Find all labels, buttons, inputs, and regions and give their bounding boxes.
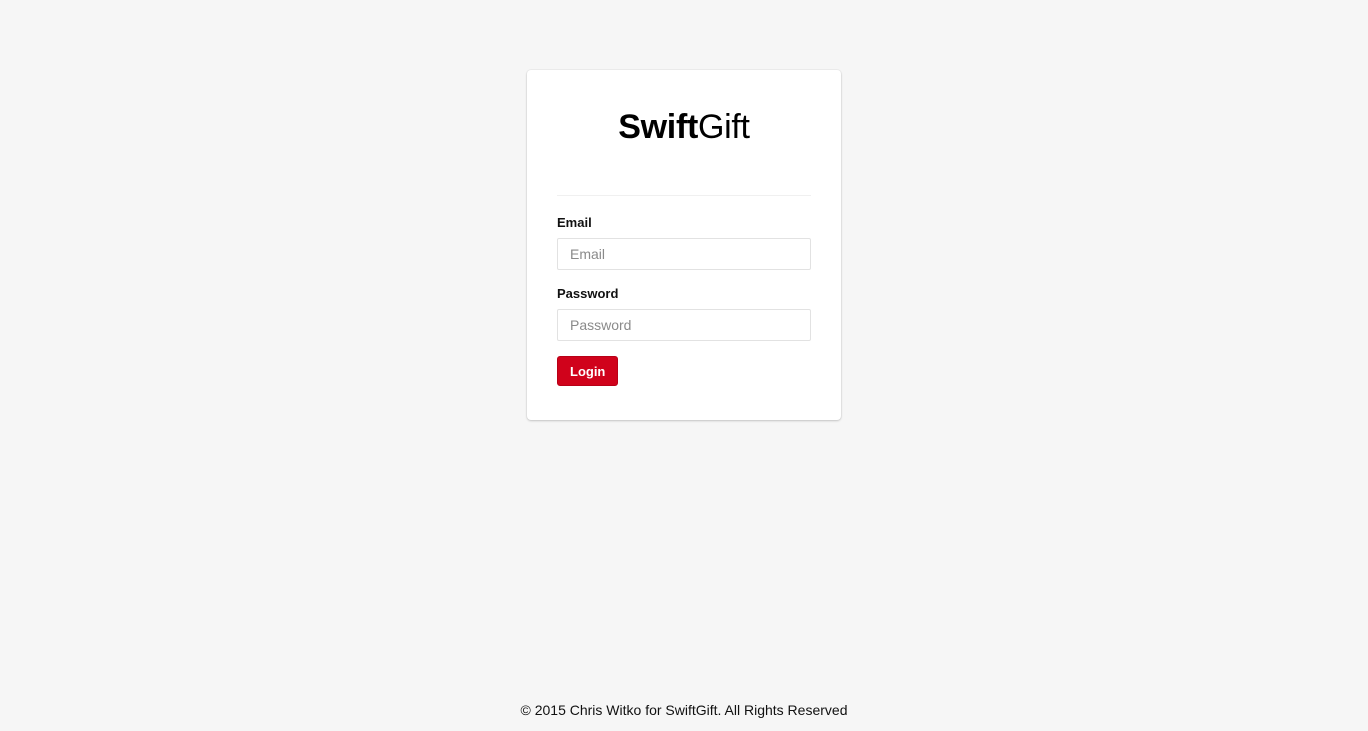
email-label: Email — [557, 215, 592, 230]
brand-logo: SwiftGift — [557, 106, 811, 148]
login-page: SwiftGift Email Password Login © 2015 Ch… — [0, 0, 1368, 731]
email-field[interactable] — [557, 238, 811, 270]
password-label: Password — [557, 286, 619, 301]
login-card: SwiftGift Email Password Login — [527, 70, 841, 420]
password-field[interactable] — [557, 309, 811, 341]
footer-copyright: © 2015 Chris Witko for SwiftGift. All Ri… — [520, 702, 848, 718]
brand-logo-light: Gift — [698, 108, 750, 146]
login-form: Email Password Login — [557, 215, 811, 386]
brand-logo-bold: Swift — [618, 108, 698, 146]
card-divider — [557, 195, 811, 196]
login-button[interactable]: Login — [557, 356, 619, 386]
